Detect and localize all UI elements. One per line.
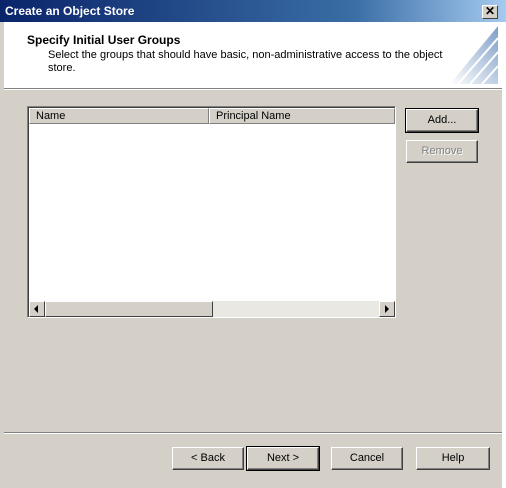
close-button[interactable]: ✕ [482,5,498,19]
page-description: Select the groups that should have basic… [48,49,443,74]
wizard-header: Specify Initial User Groups Select the g… [4,22,502,88]
page-title: Specify Initial User Groups [27,33,181,47]
next-button-label: Next > [266,452,300,464]
user-groups-list[interactable]: Name Principal Name [27,106,396,318]
scroll-right-arrow-icon [385,305,389,313]
cancel-button[interactable]: Cancel [331,447,403,470]
column-header-name[interactable]: Name [29,108,209,124]
close-icon: ✕ [484,4,496,18]
horizontal-scrollbar[interactable] [29,301,395,317]
wizard-header-graphic [450,26,498,84]
help-button[interactable]: Help [416,447,490,470]
scrollbar-thumb[interactable] [45,301,213,317]
window-title: Create an Object Store [5,4,135,18]
header-divider-highlight [4,89,502,90]
cancel-button-label: Cancel [349,452,385,464]
add-button[interactable]: Add... [405,108,479,133]
scroll-left-arrow-icon [34,305,38,313]
remove-button-label: Remove [421,145,463,157]
back-button-label: < Back [191,452,225,464]
scroll-right-button[interactable] [379,301,395,317]
back-button[interactable]: < Back [172,447,244,470]
add-button-label: Add... [427,114,457,126]
remove-button[interactable]: Remove [406,140,478,163]
help-button-label: Help [441,452,465,464]
window-border [502,22,506,488]
footer-divider-highlight [4,433,502,434]
next-button[interactable]: Next > [246,446,320,471]
column-header-principal-name[interactable]: Principal Name [209,108,395,124]
title-bar[interactable]: Create an Object Store ✕ [0,0,506,22]
list-body[interactable]: Name Principal Name [28,107,395,317]
scroll-left-button[interactable] [29,301,45,317]
